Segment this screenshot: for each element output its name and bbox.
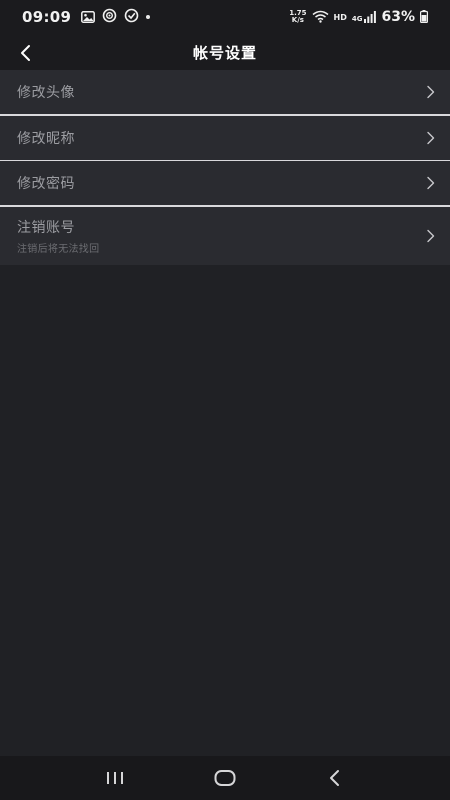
status-left-icons [81,8,151,27]
settings-item-label: 注销账号 [17,219,75,236]
signal-icon: 4G [352,11,377,23]
status-bar: 09:09 1.75 K/s HD 4G 63% [0,0,450,34]
settings-item-label: 修改头像 [17,85,75,101]
status-right: 1.75 K/s HD 4G 63% [289,8,429,27]
nav-back-button[interactable] [315,763,355,793]
app-header: 帐号设置 [0,34,450,70]
chevron-right-icon [427,229,435,242]
recent-apps-icon [107,772,123,784]
battery-icon [420,8,429,27]
network-label: 4G [351,15,363,23]
sync-icon [102,8,117,27]
status-time: 09:09 [22,8,72,26]
settings-item-change-nickname[interactable]: 修改昵称 [0,115,450,160]
page-title: 帐号设置 [192,43,257,62]
system-nav-bar [0,756,450,800]
settings-list: 修改头像 修改昵称 修改密码 注销账号 注销后将无法找回 [0,70,450,265]
chevron-right-icon [427,85,435,99]
screen: 09:09 1.75 K/s HD 4G 63% 帐号设置 修改头像 修改昵称 … [0,0,450,800]
battery-percent: 63% [381,9,415,25]
net-speed-unit: K/s [291,16,304,24]
home-icon [214,770,236,786]
settings-item-delete-account[interactable]: 注销账号 注销后将无法找回 [0,206,450,265]
wifi-icon [312,8,329,27]
chevron-left-icon [21,45,30,61]
chevron-right-icon [427,131,435,144]
notification-dot [146,15,151,19]
sync-alt-icon [124,8,139,27]
home-button[interactable] [205,763,245,793]
settings-item-label: 修改密码 [17,176,75,192]
back-button[interactable] [12,40,38,66]
net-speed: 1.75 K/s [289,10,306,24]
settings-item-sublabel: 注销后将无法找回 [17,243,100,255]
back-icon [330,770,339,786]
recent-apps-button[interactable] [95,763,135,793]
settings-item-label: 修改昵称 [17,130,75,147]
settings-item-change-password[interactable]: 修改密码 [0,161,450,205]
hd-label: HD [333,12,347,22]
settings-item-change-avatar[interactable]: 修改头像 [0,70,450,114]
image-icon [81,8,96,27]
chevron-right-icon [427,176,435,190]
